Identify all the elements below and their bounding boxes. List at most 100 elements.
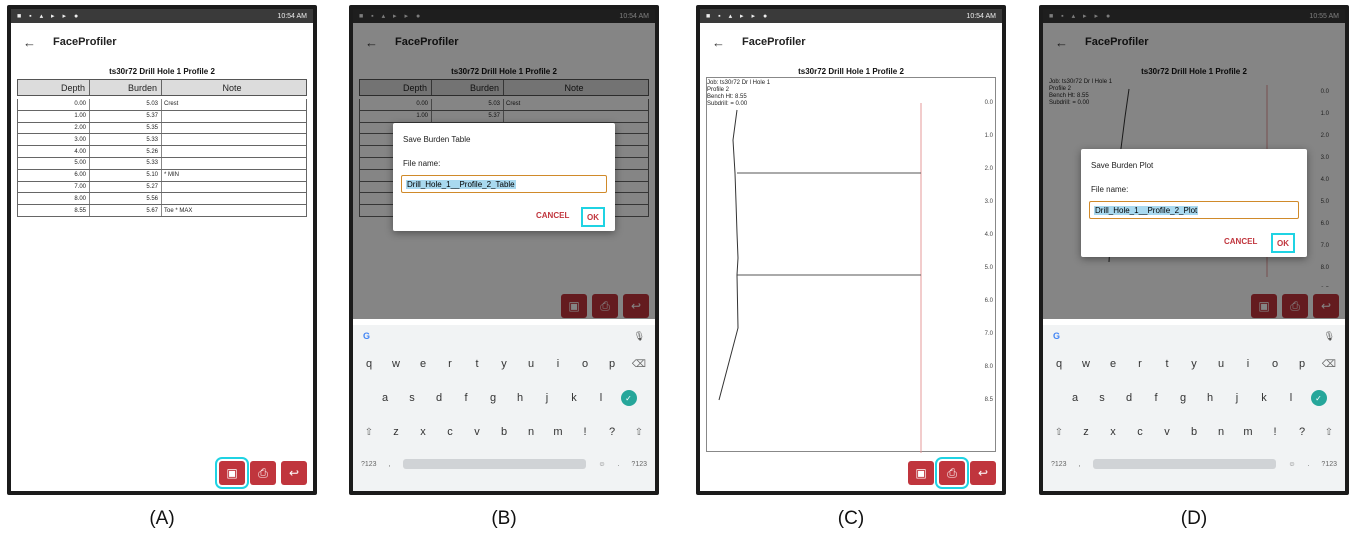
key-u[interactable]: u [518, 358, 545, 370]
key-m[interactable]: m [545, 426, 572, 438]
period-key[interactable]: . [617, 461, 619, 468]
key-r[interactable]: r [1127, 358, 1154, 370]
table-row[interactable]: 4.005.26 [17, 146, 307, 158]
key-w[interactable]: w [383, 358, 410, 370]
key-p[interactable]: p [599, 358, 626, 370]
key-j[interactable]: j [534, 392, 561, 404]
microphone-icon[interactable]: 🎙 [1324, 331, 1335, 342]
enter-check-icon[interactable]: ✓ [1310, 390, 1327, 406]
key-o[interactable]: o [572, 358, 599, 370]
table-row[interactable]: 6.005.10* MIN [17, 169, 307, 182]
key-b[interactable]: b [491, 426, 518, 438]
back-arrow-icon[interactable]: ← [712, 35, 742, 50]
key-w[interactable]: w [1073, 358, 1100, 370]
space-bar[interactable] [1092, 459, 1277, 469]
cancel-button[interactable]: CANCEL [536, 211, 569, 220]
key-exclaim[interactable]: ! [572, 426, 599, 438]
table-row[interactable]: 0.00 5.03 Crest [17, 99, 307, 111]
cancel-button[interactable]: CANCEL [1224, 237, 1257, 246]
reply-button[interactable]: ↩ [970, 461, 996, 485]
period-key[interactable]: . [1307, 461, 1309, 468]
print-button[interactable]: ⎙ [250, 461, 276, 485]
key-d[interactable]: d [1116, 392, 1143, 404]
key-exclaim[interactable]: ! [1262, 426, 1289, 438]
key-k[interactable]: k [1251, 392, 1278, 404]
file-name-input[interactable]: Drill_Hole_1__Profile_2_Table [401, 175, 607, 193]
key-g[interactable]: g [480, 392, 507, 404]
table-row[interactable]: 8.005.56 [17, 193, 307, 206]
symbols-key-right[interactable]: ?123 [1321, 461, 1337, 468]
back-arrow-icon[interactable]: ← [23, 35, 53, 50]
key-z[interactable]: z [1073, 426, 1100, 438]
key-q[interactable]: q [1046, 358, 1073, 370]
ok-button[interactable]: OK [581, 207, 605, 227]
key-k[interactable]: k [561, 392, 588, 404]
shift-icon-right[interactable]: ⇧ [626, 427, 653, 438]
key-f[interactable]: f [1143, 392, 1170, 404]
key-i[interactable]: i [545, 358, 572, 370]
shift-icon-right[interactable]: ⇧ [1316, 427, 1343, 438]
key-question[interactable]: ? [1289, 426, 1316, 438]
key-x[interactable]: x [410, 426, 437, 438]
symbols-key[interactable]: ?123 [1051, 461, 1067, 468]
key-i[interactable]: i [1235, 358, 1262, 370]
emoji-icon[interactable]: ☺ [1288, 461, 1295, 468]
key-v[interactable]: v [1154, 426, 1181, 438]
key-n[interactable]: n [1208, 426, 1235, 438]
space-bar[interactable] [402, 459, 587, 469]
key-q[interactable]: q [356, 358, 383, 370]
key-c[interactable]: c [437, 426, 464, 438]
comma-key[interactable]: , [389, 461, 391, 468]
reply-button[interactable]: ↩ [281, 461, 307, 485]
key-f[interactable]: f [453, 392, 480, 404]
microphone-icon[interactable]: 🎙 [634, 331, 645, 342]
key-t[interactable]: t [1154, 358, 1181, 370]
print-button[interactable]: ⎙ [935, 457, 969, 489]
key-a[interactable]: a [372, 392, 399, 404]
table-row[interactable]: 1.00 5.37 [17, 110, 307, 123]
comma-key[interactable]: , [1079, 461, 1081, 468]
backspace-icon[interactable]: ⌫ [626, 359, 653, 370]
key-z[interactable]: z [383, 426, 410, 438]
ok-button[interactable]: OK [1271, 233, 1295, 253]
key-h[interactable]: h [1197, 392, 1224, 404]
key-g[interactable]: g [1170, 392, 1197, 404]
key-y[interactable]: y [491, 358, 518, 370]
key-n[interactable]: n [518, 426, 545, 438]
file-name-input[interactable]: Drill_Hole_1__Profile_2_Plot [1089, 201, 1299, 219]
key-l[interactable]: l [1278, 392, 1305, 404]
key-e[interactable]: e [410, 358, 437, 370]
key-question[interactable]: ? [599, 426, 626, 438]
emoji-icon[interactable]: ☺ [598, 461, 605, 468]
table-row[interactable]: 3.005.33 [17, 134, 307, 147]
save-button[interactable]: ▣ [908, 461, 934, 485]
table-row[interactable]: 5.005.33 [17, 157, 307, 170]
key-u[interactable]: u [1208, 358, 1235, 370]
key-s[interactable]: s [399, 392, 426, 404]
shift-icon[interactable]: ⇧ [356, 427, 383, 438]
key-j[interactable]: j [1224, 392, 1251, 404]
key-c[interactable]: c [1127, 426, 1154, 438]
key-v[interactable]: v [464, 426, 491, 438]
key-s[interactable]: s [1089, 392, 1116, 404]
table-row[interactable]: 7.005.27 [17, 181, 307, 194]
key-d[interactable]: d [426, 392, 453, 404]
shift-icon[interactable]: ⇧ [1046, 427, 1073, 438]
google-icon[interactable]: G [1053, 331, 1060, 341]
enter-check-icon[interactable]: ✓ [620, 390, 637, 406]
save-button[interactable]: ▣ [215, 457, 249, 489]
google-icon[interactable]: G [363, 331, 370, 341]
key-a[interactable]: a [1062, 392, 1089, 404]
key-x[interactable]: x [1100, 426, 1127, 438]
table-row[interactable]: 2.005.35 [17, 122, 307, 135]
key-p[interactable]: p [1289, 358, 1316, 370]
table-row[interactable]: 8.555.67Toe * MAX [17, 205, 307, 217]
key-h[interactable]: h [507, 392, 534, 404]
key-r[interactable]: r [437, 358, 464, 370]
key-m[interactable]: m [1235, 426, 1262, 438]
key-o[interactable]: o [1262, 358, 1289, 370]
symbols-key-right[interactable]: ?123 [631, 461, 647, 468]
symbols-key[interactable]: ?123 [361, 461, 377, 468]
key-y[interactable]: y [1181, 358, 1208, 370]
key-b[interactable]: b [1181, 426, 1208, 438]
